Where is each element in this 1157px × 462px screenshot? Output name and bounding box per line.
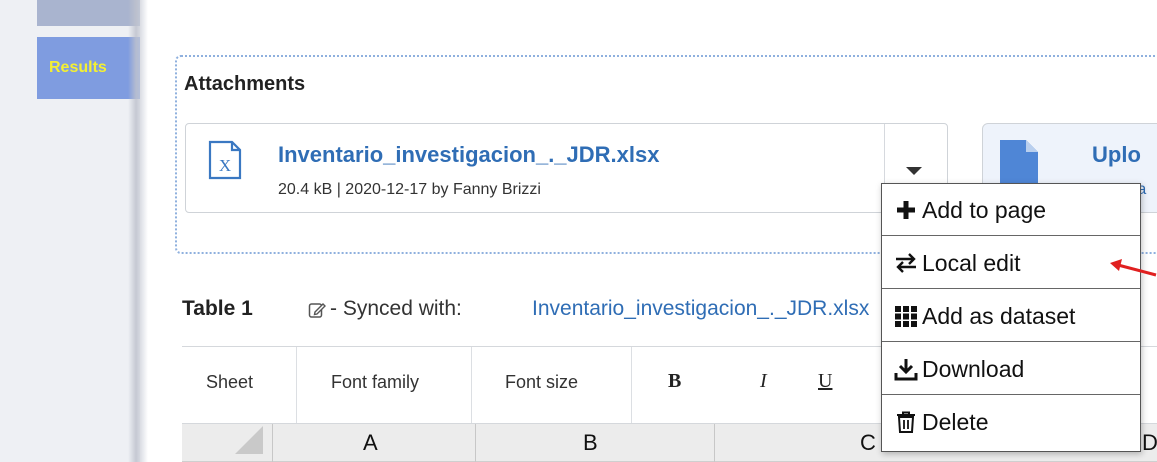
menu-item-label: Add as dataset — [922, 303, 1076, 329]
upload-label[interactable]: Uplo — [1092, 142, 1141, 168]
upload-file-icon — [1000, 140, 1038, 186]
menu-item-local-edit[interactable]: Local edit — [882, 237, 1140, 289]
swap-arrows-icon — [896, 253, 916, 273]
sidebar-shadow — [128, 0, 148, 462]
toolbar-separator — [296, 347, 297, 423]
table-title: Table 1 — [182, 297, 253, 320]
annotation-arrow-icon — [1110, 259, 1157, 277]
sidebar-item-results[interactable]: Results — [37, 37, 140, 99]
column-header-c[interactable]: C — [860, 430, 876, 456]
toolbar-separator — [471, 347, 472, 423]
svg-text:X: X — [219, 156, 231, 175]
menu-item-label: Download — [922, 356, 1025, 382]
menu-item-label: Local edit — [922, 250, 1021, 276]
column-separator — [272, 424, 273, 462]
synced-label: - Synced with: — [330, 297, 462, 320]
menu-item-add-to-page[interactable]: Add to page — [882, 184, 1140, 236]
edit-icon[interactable] — [308, 301, 326, 319]
excel-file-icon: X — [208, 140, 242, 180]
synced-file-link[interactable]: Inventario_investigacion_._JDR.xlsx — [532, 297, 877, 321]
menu-item-add-as-dataset[interactable]: Add as dataset — [882, 290, 1140, 342]
attachment-meta: 20.4 kB | 2020-12-17 by Fanny Brizzi — [278, 181, 541, 198]
menu-item-label: Add to page — [922, 197, 1047, 223]
toolbar-separator — [631, 347, 632, 423]
attachments-title: Attachments — [184, 73, 306, 95]
menu-item-label: Delete — [922, 409, 989, 435]
underline-button[interactable]: U — [818, 370, 832, 393]
menu-item-delete[interactable]: Delete — [882, 396, 1140, 448]
download-icon — [894, 359, 918, 381]
sheet-menu[interactable]: Sheet — [206, 372, 253, 393]
grid-icon — [895, 306, 917, 327]
chevron-down-icon[interactable] — [906, 167, 922, 175]
attachment-file-link[interactable]: Inventario_investigacion_._JDR.xlsx — [278, 142, 660, 168]
menu-item-download[interactable]: Download — [882, 343, 1140, 395]
select-all-corner[interactable] — [235, 426, 263, 454]
sidebar-item-label: Results — [49, 59, 107, 76]
font-family-menu[interactable]: Font family — [331, 372, 419, 393]
plus-icon — [897, 201, 915, 219]
column-separator — [714, 424, 715, 462]
italic-button[interactable]: I — [760, 370, 767, 393]
column-header-a[interactable]: A — [363, 430, 378, 456]
page: Results Attachments X Inventario_investi… — [0, 0, 1157, 462]
column-header-d[interactable]: D — [1142, 430, 1157, 456]
trash-icon — [897, 411, 915, 433]
bold-button[interactable]: B — [668, 370, 681, 393]
sidebar-tab[interactable] — [37, 0, 140, 26]
attachment-card — [185, 123, 948, 213]
font-size-menu[interactable]: Font size — [505, 372, 578, 393]
column-separator — [475, 424, 476, 462]
column-header-b[interactable]: B — [583, 430, 598, 456]
